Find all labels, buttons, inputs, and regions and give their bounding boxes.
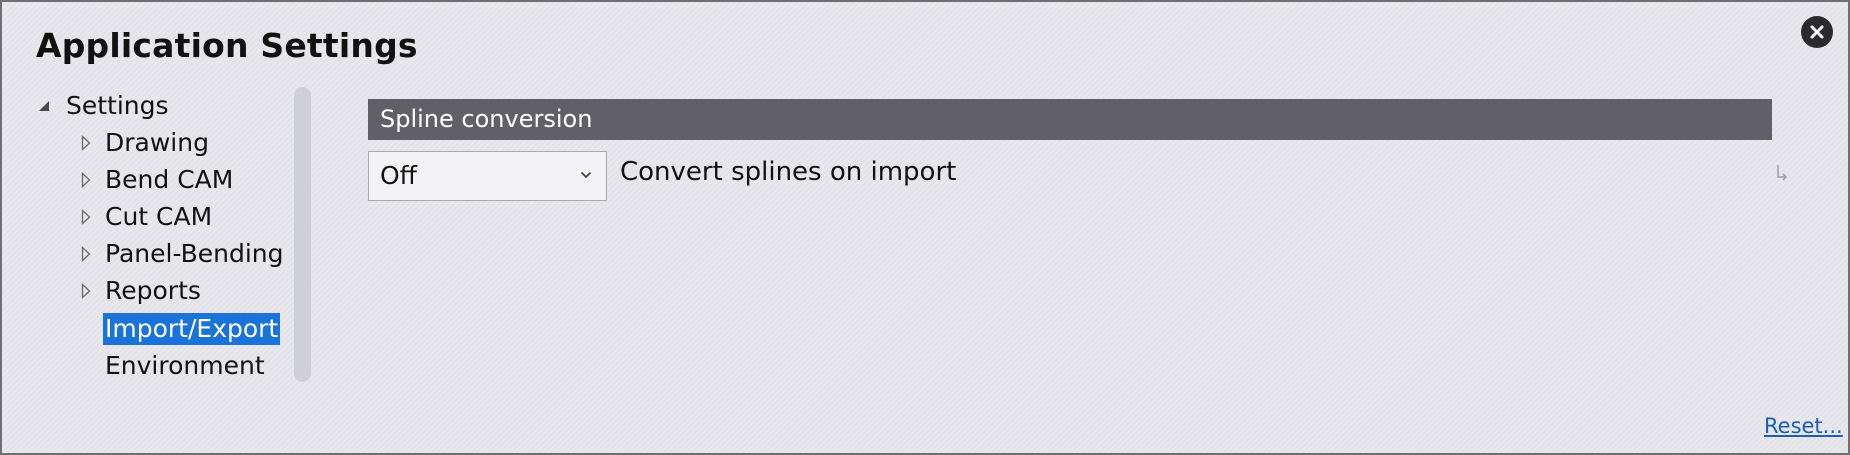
- close-button[interactable]: [1801, 16, 1833, 48]
- collapsed-triangle-icon[interactable]: [79, 244, 93, 264]
- tree-item-label: Drawing: [105, 128, 209, 157]
- close-icon: [1810, 25, 1824, 39]
- tree-item-label: Environment: [105, 351, 265, 380]
- collapsed-triangle-icon[interactable]: [79, 170, 93, 190]
- section-header-spline-conversion: Spline conversion: [368, 99, 1772, 140]
- tree-item-label: Panel-Bending: [105, 239, 284, 268]
- collapsed-triangle-icon[interactable]: [79, 281, 93, 301]
- convert-splines-label: Convert splines on import: [620, 157, 957, 187]
- dropdown-value: Off: [380, 161, 417, 190]
- spline-conversion-dropdown[interactable]: Off: [368, 151, 607, 201]
- collapsed-triangle-icon[interactable]: [79, 207, 93, 227]
- collapsed-triangle-icon[interactable]: [79, 133, 93, 153]
- reset-link[interactable]: Reset...: [1764, 414, 1843, 438]
- tree-item-label: Import/Export: [103, 313, 281, 345]
- settings-tree: Settings Drawing Bend CAM Cut CAM Panel-: [2, 90, 292, 385]
- reset-setting-icon[interactable]: [1775, 164, 1789, 182]
- chevron-down-icon: [580, 171, 592, 179]
- tree-item-label: Reports: [105, 276, 201, 305]
- application-settings-dialog: Application Settings Settings Drawing Be…: [0, 0, 1850, 455]
- tree-scrollbar[interactable]: [294, 87, 311, 382]
- tree-item-label: Cut CAM: [105, 202, 213, 231]
- tree-item-label: Settings: [66, 91, 169, 120]
- tree-item-label: Bend CAM: [105, 165, 234, 194]
- expanded-triangle-icon[interactable]: [37, 96, 51, 116]
- dialog-title: Application Settings: [36, 26, 418, 65]
